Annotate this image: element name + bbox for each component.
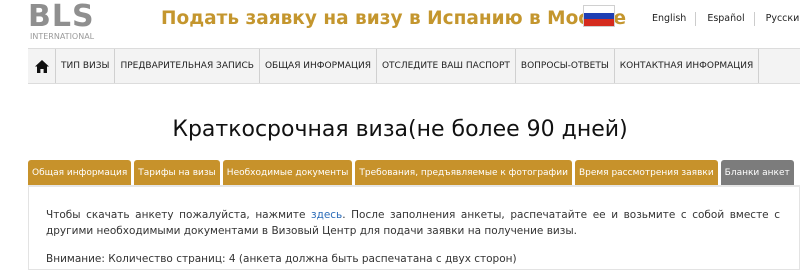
logo-text: BLS (28, 0, 95, 34)
info-tabs: Общая информация Тарифы на визы Необходи… (28, 160, 794, 185)
lang-english[interactable]: English (652, 12, 695, 26)
nav-item-appointment[interactable]: ПРЕДВАРИТЕЛЬНАЯ ЗАПИСЬ (115, 49, 260, 83)
nav-item-general-info[interactable]: ОБЩАЯ ИНФОРМАЦИЯ (260, 49, 377, 83)
russia-flag-icon (583, 5, 615, 27)
tab-processing-time[interactable]: Время рассмотрения заявки (574, 160, 718, 185)
tab-visa-fees[interactable]: Тарифы на визы (134, 160, 220, 185)
lang-espanol[interactable]: Español (695, 12, 753, 26)
download-form-link[interactable]: здесь (311, 209, 342, 221)
tab-content-panel: Чтобы скачать анкету пожалуйста, нажмите… (28, 187, 800, 270)
language-switcher: English Español Русский (652, 12, 800, 26)
site-header: BLS INTERNATIONAL Подать заявку на визу … (0, 0, 800, 48)
home-button[interactable] (28, 49, 56, 83)
logo-subtext: INTERNATIONAL (30, 32, 95, 41)
lang-russian[interactable]: Русский (753, 12, 800, 26)
tab-required-documents[interactable]: Необходимые документы (222, 160, 353, 185)
bls-logo[interactable]: BLS INTERNATIONAL (28, 0, 100, 42)
tab-application-forms[interactable]: Бланки анкет (720, 160, 794, 185)
nav-item-track-passport[interactable]: ОТСЛЕДИТЕ ВАШ ПАСПОРТ (377, 49, 516, 83)
nav-item-contacts[interactable]: КОНТАКТНАЯ ИНФОРМАЦИЯ (615, 49, 760, 83)
page-title: Краткосрочная виза(не более 90 дней) (172, 117, 628, 142)
download-instructions: Чтобы скачать анкету пожалуйста, нажмите… (46, 207, 780, 239)
home-icon (34, 59, 49, 73)
instructions-text-start: Чтобы скачать анкету пожалуйста, нажмите (46, 209, 311, 221)
main-nav: ТИП ВИЗЫ ПРЕДВАРИТЕЛЬНАЯ ЗАПИСЬ ОБЩАЯ ИН… (28, 48, 800, 84)
page-count-note: Внимание: Количество страниц: 4 (анкета … (46, 253, 517, 265)
nav-item-visa-type[interactable]: ТИП ВИЗЫ (56, 49, 116, 83)
site-title: Подать заявку на визу в Испанию в Москве (161, 8, 627, 29)
tab-general-info[interactable]: Общая информация (28, 160, 132, 185)
tab-photo-requirements[interactable]: Требования, предъявляемые к фотографии (355, 160, 572, 185)
nav-item-faq[interactable]: ВОПРОСЫ-ОТВЕТЫ (516, 49, 615, 83)
